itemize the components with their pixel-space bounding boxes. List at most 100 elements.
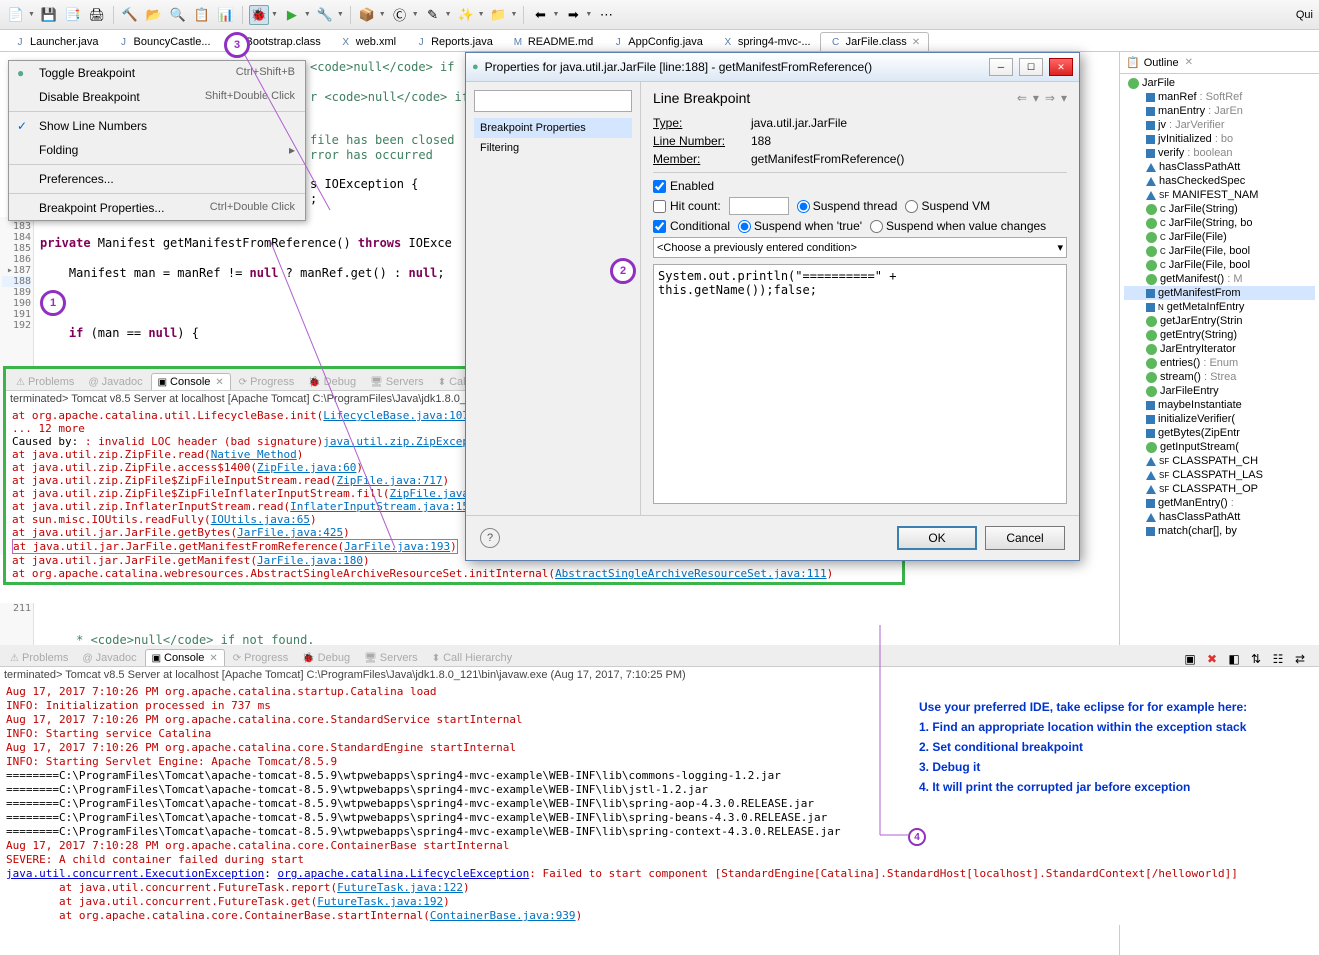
outline-item[interactable]: JarFile <box>1124 76 1315 90</box>
close-button[interactable]: ✕ <box>1049 58 1073 76</box>
outline-item[interactable]: getInputStream( <box>1124 440 1315 454</box>
conditional-checkbox[interactable]: Conditional <box>653 219 730 233</box>
view-tab-servers[interactable]: 🖥Servers <box>358 650 424 666</box>
view-tab-console[interactable]: ▣Console ✕ <box>145 649 225 666</box>
link-icon[interactable]: ⇄ <box>1291 650 1309 668</box>
stack-link[interactable]: ZipFile.java:717 <box>337 474 443 487</box>
view-tab-problems[interactable]: ⚠Problems <box>10 374 80 390</box>
outline-item[interactable]: entries(): Enum <box>1124 356 1315 370</box>
run-icon[interactable]: ▶ <box>282 5 302 25</box>
stack-link[interactable]: ContainerBase.java:939 <box>430 909 576 922</box>
outline-item[interactable]: manRef: SoftRef <box>1124 90 1315 104</box>
outline-item[interactable]: NgetMetaInfEntry <box>1124 300 1315 314</box>
close-icon[interactable]: ✕ <box>1185 57 1193 68</box>
view-tab-console[interactable]: ▣Console ✕ <box>151 373 231 390</box>
outline-item[interactable]: jvInitialized: bo <box>1124 132 1315 146</box>
editor-tab[interactable]: Xweb.xml <box>330 32 405 51</box>
outline-item[interactable]: maybeInstantiate <box>1124 398 1315 412</box>
outline-item[interactable]: initializeVerifier( <box>1124 412 1315 426</box>
maximize-button[interactable]: ☐ <box>1019 58 1043 76</box>
ext-tools-icon[interactable]: 🔧 <box>315 5 335 25</box>
suspend-vm-radio[interactable]: Suspend VM <box>905 199 990 213</box>
condition-textarea[interactable]: System.out.println("==========" + this.g… <box>653 264 1067 504</box>
outline-item[interactable]: SFCLASSPATH_CH <box>1124 454 1315 468</box>
open-task-icon[interactable]: ✎ <box>423 5 443 25</box>
outline-item[interactable]: SFCLASSPATH_OP <box>1124 482 1315 496</box>
tree-filtering[interactable]: Filtering <box>474 138 632 158</box>
stack-link[interactable]: ZipFile.java:60 <box>257 461 356 474</box>
editor-tab[interactable]: CJarFile.class✕ <box>820 32 930 51</box>
outline-item[interactable]: manEntry: JarEn <box>1124 104 1315 118</box>
view-tab-problems[interactable]: ⚠Problems <box>4 650 74 666</box>
outline-item[interactable]: getManifestFrom <box>1124 286 1315 300</box>
outline-item[interactable]: getManifest(): M <box>1124 272 1315 286</box>
ctx-toggle-breakpoint[interactable]: ● Toggle BreakpointCtrl+Shift+B <box>9 61 305 85</box>
outline-item[interactable]: match(char[], by <box>1124 524 1315 538</box>
view-tab-progress[interactable]: ⟳Progress <box>227 650 294 666</box>
view-tab-javadoc[interactable]: @Javadoc <box>82 374 148 390</box>
sort-icon[interactable]: ⇅ <box>1247 650 1265 668</box>
view-tab-progress[interactable]: ⟳Progress <box>233 374 300 390</box>
outline-item[interactable]: CJarFile(File) <box>1124 230 1315 244</box>
outline-item[interactable]: verify: boolean <box>1124 146 1315 160</box>
build-icon[interactable]: 🔨 <box>120 5 140 25</box>
remove-icon[interactable]: ✖ <box>1203 650 1221 668</box>
save-all-icon[interactable]: 📑 <box>63 5 83 25</box>
outline-item[interactable]: CJarFile(File, bool <box>1124 258 1315 272</box>
close-icon[interactable]: ✕ <box>209 653 217 664</box>
stack-link[interactable]: InflaterInputStream.java:158 <box>290 500 475 513</box>
stack-link[interactable]: JarFile.java:180 <box>257 554 363 567</box>
stack-link[interactable]: FutureTask.java:122 <box>337 881 463 894</box>
editor-tab[interactable]: JReports.java <box>405 32 502 51</box>
task-icon[interactable]: 📊 <box>216 5 236 25</box>
cancel-button[interactable]: Cancel <box>985 526 1065 550</box>
stack-link[interactable]: JarFile.java:425 <box>237 526 343 539</box>
stack-link[interactable]: AbstractSingleArchiveResourceSet.java:11… <box>555 567 827 580</box>
enabled-checkbox[interactable]: Enabled <box>653 179 714 193</box>
back-icon[interactable]: ⬅ <box>530 5 550 25</box>
debug-icon[interactable]: 🐞 <box>249 5 269 25</box>
close-icon[interactable]: ✕ <box>215 377 223 388</box>
view-tab-debug[interactable]: 🐞Debug <box>302 374 362 390</box>
view-tab-javadoc[interactable]: @Javadoc <box>76 650 142 666</box>
stack-link[interactable]: LifecycleBase.java:107 <box>323 409 469 422</box>
editor-tab[interactable]: MREADME.md <box>502 32 602 51</box>
suspend-change-radio[interactable]: Suspend when value changes <box>870 219 1046 233</box>
outline-item[interactable]: JarEntryIterator <box>1124 342 1315 356</box>
new-package-icon[interactable]: 📦 <box>357 5 377 25</box>
outline-item[interactable]: hasCheckedSpec <box>1124 174 1315 188</box>
more-icon[interactable]: ⋯ <box>596 5 616 25</box>
stack-link[interactable]: JarFile.java:193 <box>344 540 450 553</box>
print-icon[interactable]: 🖨 <box>87 5 107 25</box>
suspend-true-radio[interactable]: Suspend when 'true' <box>738 219 862 233</box>
stack-link[interactable]: Native Method <box>211 448 297 461</box>
hitcount-checkbox[interactable]: Hit count: <box>653 199 721 213</box>
folder-icon[interactable]: 📁 <box>489 5 509 25</box>
ok-button[interactable]: OK <box>897 526 977 550</box>
collapse-icon[interactable]: ▣ <box>1181 650 1199 668</box>
filter-icon[interactable]: ☷ <box>1269 650 1287 668</box>
suspend-thread-radio[interactable]: Suspend thread <box>797 199 898 213</box>
outline-item[interactable]: CJarFile(File, bool <box>1124 244 1315 258</box>
hitcount-input[interactable] <box>729 197 789 215</box>
outline-item[interactable]: JarFileEntry <box>1124 384 1315 398</box>
tree-breakpoint-properties[interactable]: Breakpoint Properties <box>474 118 632 138</box>
outline-item[interactable]: jv: JarVerifier <box>1124 118 1315 132</box>
editor-tab[interactable]: JBouncyCastle... <box>108 32 220 51</box>
new-icon[interactable]: 📄 <box>6 5 26 25</box>
wand-icon[interactable]: ✨ <box>456 5 476 25</box>
view-tab-debug[interactable]: 🐞Debug <box>296 650 356 666</box>
search-icon[interactable]: 🔍 <box>168 5 188 25</box>
outline-item[interactable]: hasClassPathAtt <box>1124 160 1315 174</box>
outline-item[interactable]: SFMANIFEST_NAM <box>1124 188 1315 202</box>
outline-item[interactable]: hasClassPathAtt <box>1124 510 1315 524</box>
editor-tab[interactable]: Xspring4-mvc-... <box>712 32 820 51</box>
toggle-icon[interactable]: ◧ <box>1225 650 1243 668</box>
editor-tab[interactable]: JLauncher.java <box>4 32 108 51</box>
minimize-button[interactable]: ─ <box>989 58 1013 76</box>
condition-combo[interactable]: <Choose a previously entered condition>▾ <box>653 237 1067 258</box>
ctx-show-line-numbers[interactable]: ✓ Show Line Numbers <box>9 114 305 138</box>
ctx-disable-breakpoint[interactable]: Disable BreakpointShift+Double Click <box>9 85 305 109</box>
outline-item[interactable]: SFCLASSPATH_LAS <box>1124 468 1315 482</box>
help-icon[interactable]: ? <box>480 528 500 548</box>
